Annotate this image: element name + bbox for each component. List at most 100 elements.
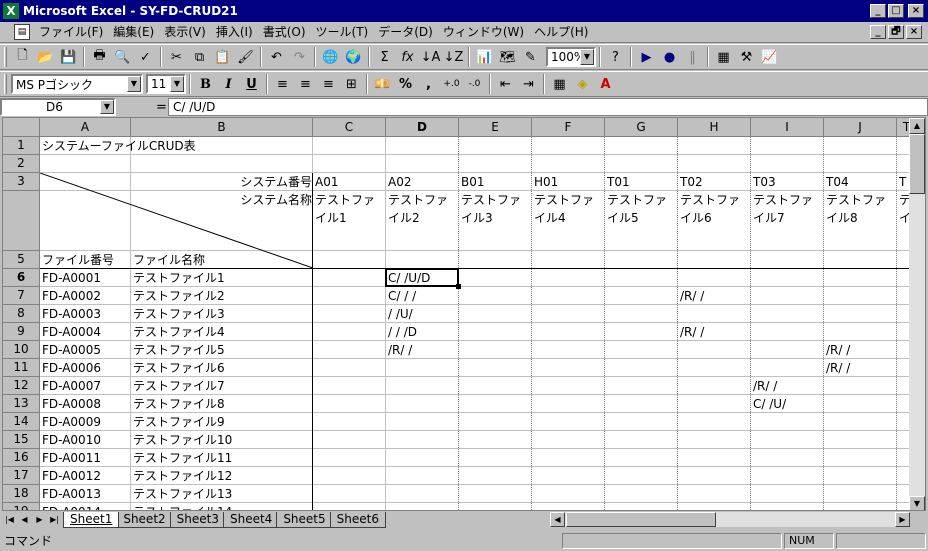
file-number-cell[interactable]: FD-A0010 <box>42 432 130 449</box>
font-size-select[interactable]: 11 ▼ <box>146 74 186 94</box>
system-code-cell[interactable]: T04 <box>826 174 896 191</box>
menu-item[interactable]: データ(D) <box>373 23 438 42</box>
font-color-icon[interactable]: A <box>594 73 617 95</box>
toolbar-grip[interactable] <box>4 74 7 94</box>
crud-cell[interactable]: /R/ / <box>826 360 896 377</box>
file-name-cell[interactable]: テストファイル1 <box>133 270 312 287</box>
file-number-cell[interactable]: FD-A0006 <box>42 360 130 377</box>
file-number-cell[interactable]: FD-A0009 <box>42 414 130 431</box>
column-header-e[interactable]: E <box>459 118 532 137</box>
file-number-cell[interactable]: FD-A0005 <box>42 342 130 359</box>
file-name-cell[interactable]: テストファイル11 <box>133 450 312 467</box>
system-name-cell[interactable]: イル6 <box>680 210 750 269</box>
last-sheet-icon[interactable]: ▶| <box>47 512 62 527</box>
row-header-10[interactable]: 10 <box>3 341 40 359</box>
open-folder-icon[interactable]: 📂 <box>34 46 57 68</box>
column-header-f[interactable]: F <box>532 118 605 137</box>
map-icon[interactable]: 🗺 <box>496 46 519 68</box>
file-number-cell[interactable]: FD-A0013 <box>42 486 130 503</box>
menu-item[interactable]: 表示(V) <box>159 23 211 42</box>
undo-icon[interactable]: ↶ <box>265 46 288 68</box>
menu-item[interactable]: 挿入(I) <box>211 23 258 42</box>
row-header-2[interactable]: 2 <box>3 155 40 173</box>
next-sheet-icon[interactable]: ▶ <box>32 512 47 527</box>
fill-handle[interactable] <box>456 284 461 289</box>
crud-cell[interactable]: / / /D <box>388 324 458 341</box>
worksheet[interactable]: ABCDEFGHIJT12345678910111213141516171819… <box>2 117 926 511</box>
vertical-scrollbar[interactable]: ▲ ▼ <box>909 118 925 510</box>
redo-icon[interactable]: ↷ <box>288 46 311 68</box>
system-name-cell[interactable]: イル5 <box>607 210 677 269</box>
row-header-19[interactable]: 19 <box>3 503 40 510</box>
row-header-13[interactable]: 13 <box>3 395 40 413</box>
file-name-cell[interactable]: テストファイル10 <box>133 432 312 449</box>
crud-cell[interactable]: /R/ / <box>753 378 823 395</box>
italic-button[interactable]: I <box>217 73 240 95</box>
formula-input[interactable]: C/ /U/D <box>168 98 928 116</box>
crud-cell[interactable]: C/ / / <box>388 288 458 305</box>
select-all-corner[interactable] <box>3 118 40 137</box>
align-center-icon[interactable]: ≡ <box>294 73 317 95</box>
sheet-tab[interactable]: Sheet5 <box>276 511 333 528</box>
header-system-number[interactable]: システム番号 <box>133 174 312 191</box>
row-header-5[interactable]: 5 <box>3 251 40 269</box>
system-code-cell[interactable]: A01 <box>315 174 385 191</box>
borders-icon[interactable]: ▦ <box>548 73 571 95</box>
row-header-11[interactable]: 11 <box>3 359 40 377</box>
close-button[interactable]: × <box>908 4 924 18</box>
tools-icon[interactable]: ⚒ <box>735 46 758 68</box>
sheet-tab[interactable]: Sheet3 <box>169 511 226 528</box>
chevron-down-icon[interactable]: ▼ <box>100 100 114 114</box>
first-sheet-icon[interactable]: |◀ <box>2 512 17 527</box>
file-number-cell[interactable]: FD-A0007 <box>42 378 130 395</box>
decrease-indent-icon[interactable]: ⇤ <box>494 73 517 95</box>
scroll-right-icon[interactable]: ▶ <box>895 512 910 527</box>
scroll-up-icon[interactable]: ▲ <box>909 118 925 134</box>
decrease-decimal-icon[interactable]: -.0 <box>463 73 486 95</box>
column-header-g[interactable]: G <box>605 118 678 137</box>
scroll-down-icon[interactable]: ▼ <box>909 496 925 510</box>
menu-item[interactable]: 編集(E) <box>108 23 159 42</box>
pause-macro-icon[interactable]: ‖ <box>681 46 704 68</box>
scroll-left-icon[interactable]: ◀ <box>550 512 565 527</box>
format-painter-icon[interactable]: 🖌 <box>234 46 257 68</box>
crud-cell[interactable]: /R/ / <box>826 342 896 359</box>
row-header-9[interactable]: 9 <box>3 323 40 341</box>
row-header-14[interactable]: 14 <box>3 413 40 431</box>
sheet-tab[interactable]: Sheet6 <box>329 511 386 528</box>
header-system-name[interactable]: システム名称 <box>133 192 312 251</box>
minimize-button[interactable]: _ <box>870 4 886 18</box>
file-name-cell[interactable]: テストファイル8 <box>133 396 312 413</box>
percent-button[interactable]: % <box>394 73 417 95</box>
file-name-cell[interactable]: テストファイル7 <box>133 378 312 395</box>
print-preview-icon[interactable]: 🔍 <box>111 46 134 68</box>
chart-tool-icon[interactable]: 📈 <box>758 46 781 68</box>
crud-cell[interactable]: /R/ / <box>680 288 750 305</box>
align-right-icon[interactable]: ≡ <box>317 73 340 95</box>
forms-icon[interactable]: ▦ <box>712 46 735 68</box>
spellcheck-icon[interactable]: ✓ <box>134 46 157 68</box>
increase-decimal-icon[interactable]: +.0 <box>440 73 463 95</box>
row-header-12[interactable]: 12 <box>3 377 40 395</box>
sheet-tab[interactable]: Sheet4 <box>222 511 280 528</box>
sheet-title-cell[interactable]: システムーファイルCRUD表 <box>42 138 196 155</box>
sheet-tab[interactable]: Sheet1 <box>63 511 120 528</box>
currency-icon[interactable]: 💴 <box>371 73 394 95</box>
column-header-j[interactable]: J <box>824 118 897 137</box>
chart-wizard-icon[interactable]: 📊 <box>473 46 496 68</box>
row-header-3[interactable]: 3 <box>3 173 40 191</box>
column-header-h[interactable]: H <box>678 118 751 137</box>
crud-cell[interactable]: / /U/ <box>388 306 458 323</box>
file-name-cell[interactable]: テストファイル12 <box>133 468 312 485</box>
menu-item[interactable]: 書式(O) <box>258 23 311 42</box>
record-macro-icon[interactable]: ● <box>658 46 681 68</box>
row-header-17[interactable]: 17 <box>3 467 40 485</box>
run-macro-icon[interactable]: ▶ <box>635 46 658 68</box>
menu-item[interactable]: ヘルプ(H) <box>529 23 593 42</box>
file-number-cell[interactable]: FD-A0008 <box>42 396 130 413</box>
menu-item[interactable]: ファイル(F) <box>34 23 108 42</box>
sort-descending-icon[interactable]: ↓Z <box>442 46 465 68</box>
row-header-16[interactable]: 16 <box>3 449 40 467</box>
bold-button[interactable]: B <box>194 73 217 95</box>
save-icon[interactable]: 💾 <box>57 46 80 68</box>
